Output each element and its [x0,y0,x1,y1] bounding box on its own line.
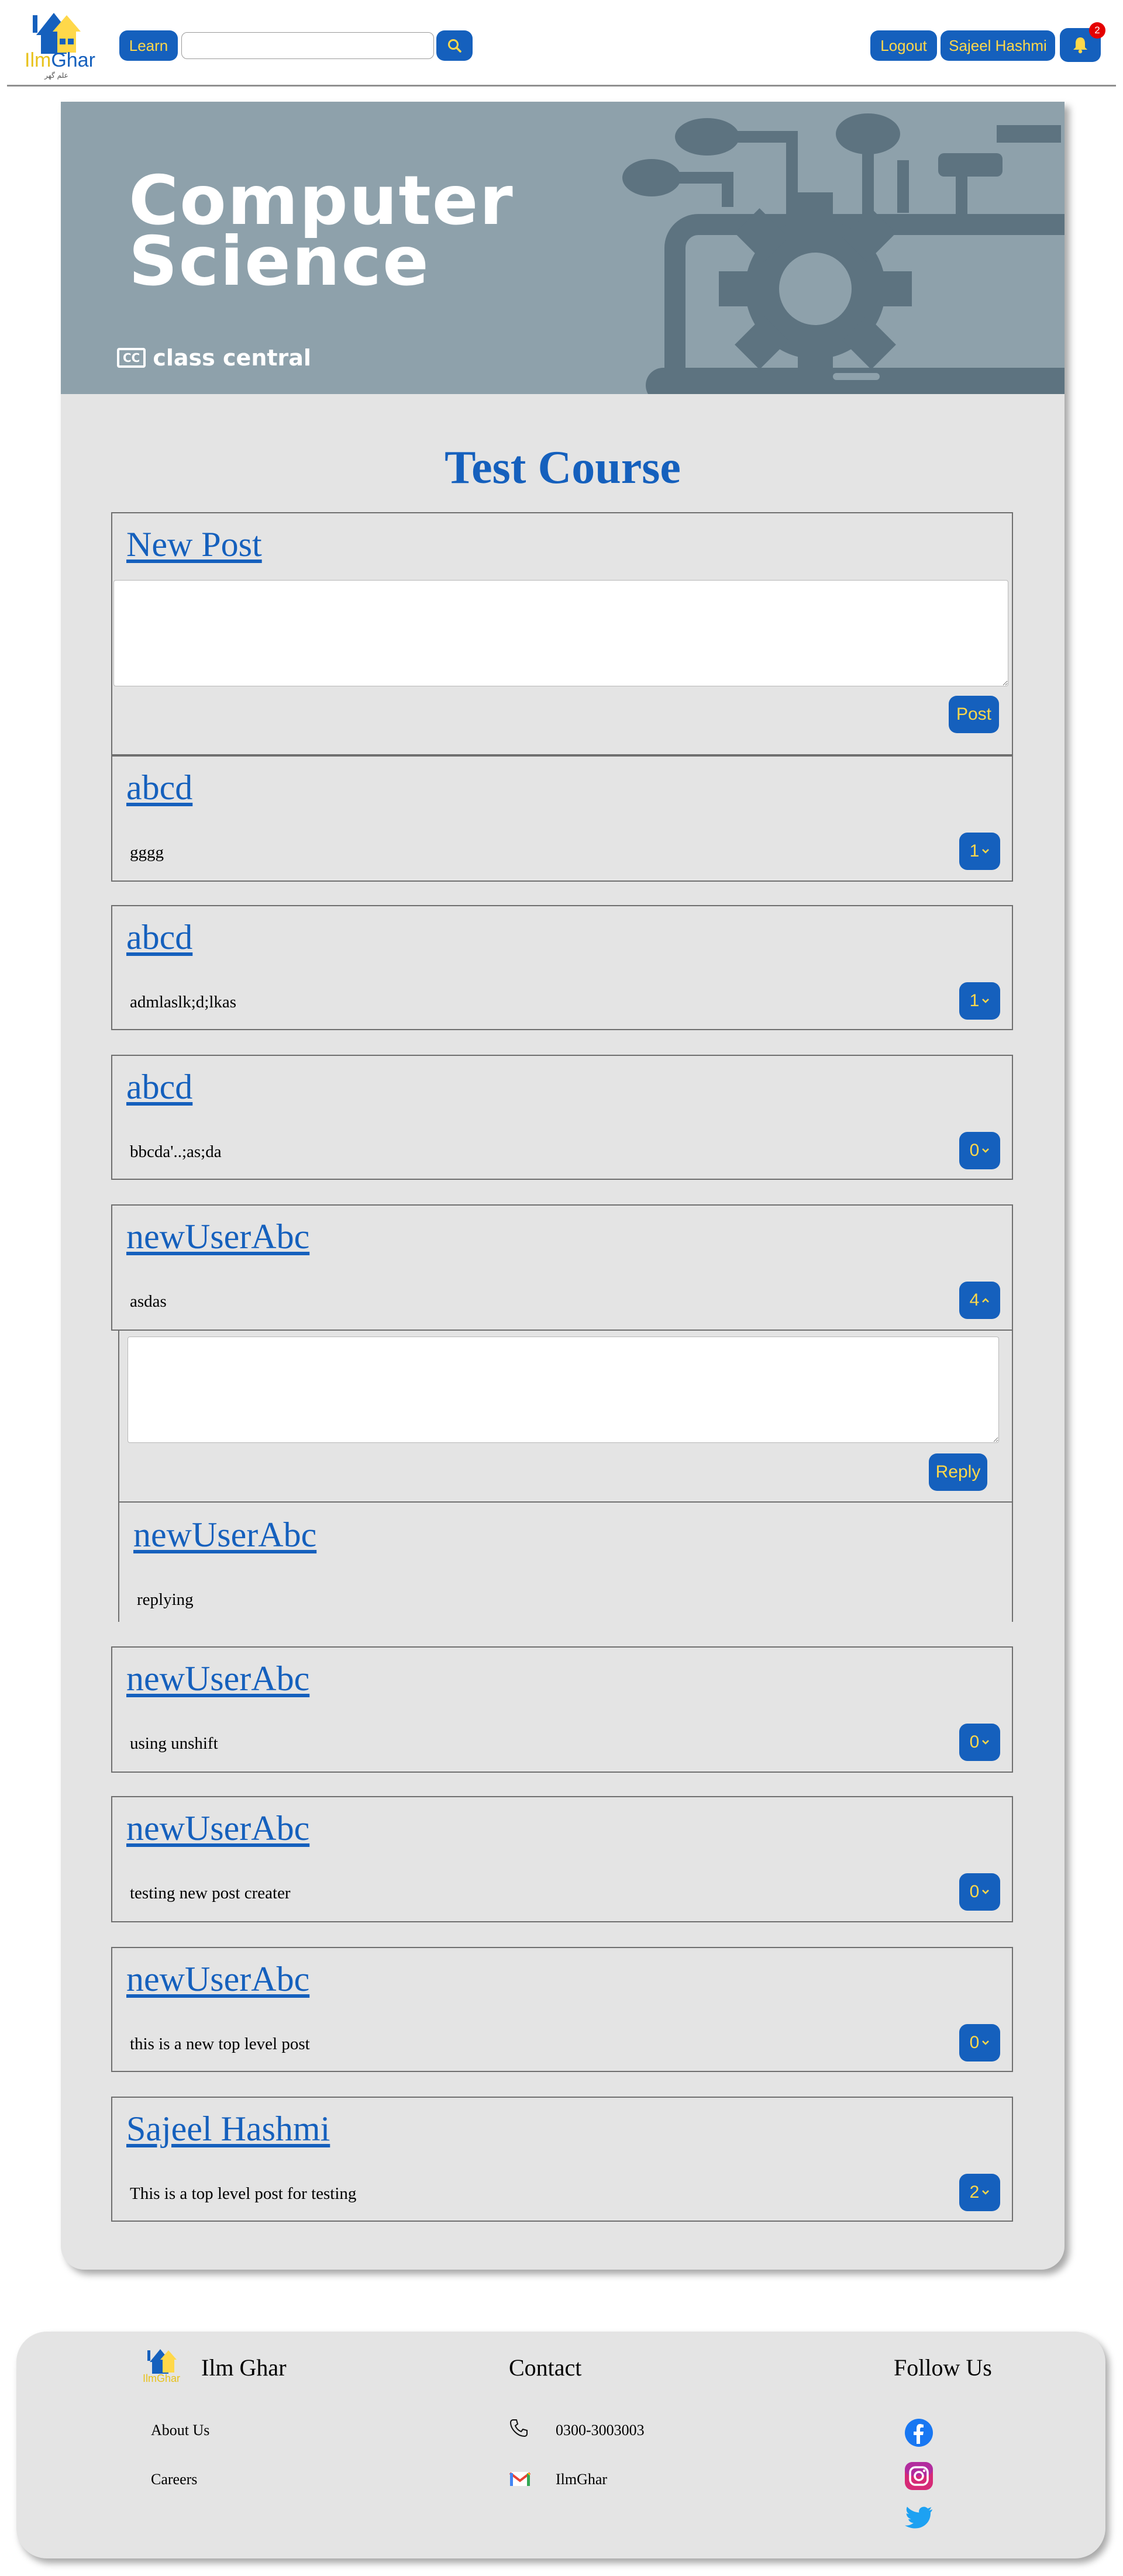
post-author[interactable]: abcd [126,767,192,808]
navbar: IlmGhar علم گھر Learn Logout Sajeel Hash… [0,0,1123,87]
toggle-replies-button[interactable]: 4 [959,1282,1000,1319]
footer-link-careers[interactable]: Careers [151,2471,197,2488]
post-card: newUserAbc testing new post creater 0 [111,1796,1013,1922]
post-author[interactable]: newUserAbc [126,1658,309,1699]
class-central-badge: CC [117,348,146,368]
user-profile-button[interactable]: Sajeel Hashmi [941,30,1055,61]
post-content: this is a new top level post [130,2035,310,2053]
contact-heading: Contact [509,2354,582,2381]
search-input[interactable] [181,32,434,59]
reply-count: 0 [969,1732,980,1752]
toggle-replies-button[interactable]: 0 [959,1873,1000,1911]
instagram-icon[interactable] [904,2461,933,2491]
banner-title: Computer Science [129,167,514,301]
toggle-replies-button[interactable]: 2 [959,2174,1000,2211]
contact-email: IlmGhar [556,2471,608,2488]
follow-heading: Follow Us [894,2354,992,2381]
footer-brand: Ilm Ghar [201,2354,287,2381]
twitter-icon[interactable] [904,2506,933,2532]
chevron-down-icon [982,1148,990,1153]
logo-text-ilm: Ilm [25,49,51,71]
reply-count: 0 [969,1141,980,1160]
post-card: Sajeel Hashmi This is a top level post f… [111,2097,1013,2222]
contact-phone: 0300-3003003 [556,2422,645,2439]
reply-count: 1 [969,841,980,861]
chevron-down-icon [982,999,990,1003]
reply-count: 0 [969,1882,980,1901]
toggle-replies-button[interactable]: 0 [959,1724,1000,1761]
post-author[interactable]: Sajeel Hashmi [126,2108,330,2149]
post-content: gggg [130,843,164,862]
reply-button[interactable]: Reply [929,1453,987,1491]
chevron-down-icon [982,849,990,854]
banner-brand: CC class central [117,345,311,371]
chevron-up-icon [982,1298,990,1303]
reply-count: 1 [969,991,980,1010]
footer: IlmGhar Ilm Ghar About Us Careers Contac… [16,2332,1105,2558]
post-author[interactable]: newUserAbc [126,1808,309,1849]
post-author[interactable]: newUserAbc [126,1959,309,2000]
course-banner: Computer Science CC class central [61,102,1065,394]
chevron-down-icon [982,1740,990,1745]
search-button[interactable] [436,30,473,61]
gmail-icon[interactable] [509,2470,531,2487]
reply-count: 0 [969,2033,980,2052]
footer-logo-text: IlmGhar [143,2373,181,2384]
logo[interactable]: IlmGhar علم گھر [23,5,108,81]
laptop-gear-illustration-icon [622,113,1065,394]
course-card [61,102,1065,2270]
course-title: Test Course [445,442,681,493]
navbar-divider [7,85,1116,87]
logo-text: IlmGhar [25,49,95,72]
new-post-box: New Post Post [111,512,1013,755]
post-content: asdas [130,1292,167,1311]
reply-count: 2 [969,2183,980,2202]
facebook-icon[interactable] [904,2418,933,2447]
post-card-expanded: newUserAbc asdas 4 [111,1204,1013,1331]
notification-badge: 2 [1089,22,1105,39]
bell-icon [1073,37,1087,54]
post-card: abcd admlaslk;d;lkas 1 [111,905,1013,1030]
footer-logo[interactable]: IlmGhar [143,2344,201,2398]
post-author[interactable]: abcd [126,917,192,958]
reply-content: replying [137,1590,194,1609]
logo-urdu: علم گھر [44,71,68,80]
footer-link-about[interactable]: About Us [151,2422,209,2439]
reply-item: newUserAbc replying [119,1501,1012,1623]
logo-text-ghar: Ghar [51,49,95,71]
chevron-down-icon [982,2040,990,2045]
phone-icon [509,2419,528,2437]
logout-button[interactable]: Logout [870,30,937,61]
post-author[interactable]: newUserAbc [126,1216,309,1257]
class-central-label: class central [153,345,311,371]
post-content: This is a top level post for testing [130,2184,357,2203]
post-card: abcd bbcda'..;as;da 0 [111,1055,1013,1180]
post-content: testing new post creater [130,1884,291,1902]
toggle-replies-button[interactable]: 0 [959,1132,1000,1169]
reply-textarea[interactable] [128,1337,999,1443]
chevron-down-icon [982,1890,990,1894]
toggle-replies-button[interactable]: 1 [959,982,1000,1020]
reply-count: 4 [969,1290,980,1310]
reply-author[interactable]: newUserAbc [133,1514,316,1555]
post-content: bbcda'..;as;da [130,1142,222,1161]
toggle-replies-button[interactable]: 0 [959,2024,1000,2062]
post-author[interactable]: abcd [126,1066,192,1107]
new-post-heading[interactable]: New Post [126,524,262,565]
banner-title-line2: Science [129,222,430,301]
new-post-textarea[interactable] [113,580,1008,686]
post-card: abcd gggg 1 [111,755,1013,882]
toggle-replies-button[interactable]: 1 [959,833,1000,870]
learn-button[interactable]: Learn [119,30,178,61]
post-content: admlaslk;d;lkas [130,993,237,1011]
post-content: using unshift [130,1734,218,1753]
chevron-down-icon [982,2190,990,2195]
search-icon [448,39,461,53]
post-card: newUserAbc using unshift 0 [111,1646,1013,1773]
post-button[interactable]: Post [949,696,999,733]
reply-thread: Reply newUserAbc replying [118,1331,1013,1622]
post-card: newUserAbc this is a new top level post … [111,1947,1013,2072]
